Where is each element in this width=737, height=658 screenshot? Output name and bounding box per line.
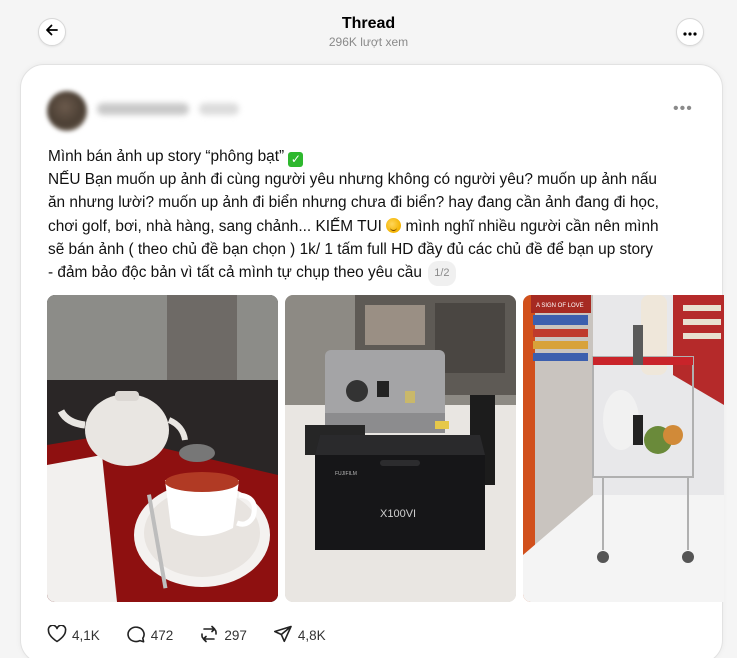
post-line: - đảm bảo độc bản vì tất cả mình tự chụp… xyxy=(48,261,708,287)
check-mark-icon: ✓ xyxy=(288,152,304,167)
box-model-text: X100VI xyxy=(380,508,416,520)
photo-camera-box[interactable]: FUJIFILM X100VI xyxy=(285,295,516,602)
send-icon xyxy=(273,625,298,646)
smile-emoji-icon xyxy=(386,217,402,233)
top-bar: Thread 296K lượt xem xyxy=(0,0,737,60)
post-text: Mình bán ảnh up story “phông bạt” ✓ NẾU … xyxy=(48,145,708,287)
page-title: Thread xyxy=(341,15,396,32)
comment-icon xyxy=(126,625,151,646)
share-count: 4,8K xyxy=(297,627,326,643)
post-line: sẽ bán ảnh ( theo chủ đề bạn chọn ) 1k/ … xyxy=(48,240,653,258)
store-sign-text: A SIGN OF LOVE xyxy=(536,303,584,309)
photo-supermarket[interactable]: A SIGN OF LOVE xyxy=(523,295,724,602)
post-card: ••• Mình bán ảnh up story “phông bạt” ✓ … xyxy=(20,64,724,658)
repost-icon xyxy=(199,625,224,646)
post-line: ăn nhưng lười? muốn up ảnh đi biển nhưng… xyxy=(48,194,659,212)
heart-icon xyxy=(47,623,72,646)
reply-count: 472 xyxy=(150,627,174,643)
like-button[interactable]: 4,1K xyxy=(47,623,100,646)
post-line: NẾU Bạn muốn up ảnh đi cùng người yêu nh… xyxy=(48,171,657,189)
timestamp-blurred xyxy=(199,103,239,115)
like-count: 4,1K xyxy=(72,627,100,643)
more-options-button[interactable] xyxy=(676,18,704,46)
username-blurred[interactable] xyxy=(97,103,189,115)
reply-button[interactable]: 472 xyxy=(126,625,174,646)
post-actions: 4,1K 472 297 4,8K xyxy=(47,623,352,646)
repost-count: 297 xyxy=(224,627,247,643)
post-more-icon[interactable]: ••• xyxy=(673,101,693,117)
page-header: Thread 296K lượt xem xyxy=(0,14,737,49)
post-line: Mình bán ảnh up story “phông bạt” ✓ xyxy=(48,145,708,168)
share-button[interactable]: 4,8K xyxy=(273,625,326,646)
more-horizontal-icon xyxy=(683,23,697,41)
view-count: 296K lượt xem xyxy=(328,35,409,49)
avatar[interactable] xyxy=(47,91,87,131)
page-indicator: 1/2 xyxy=(428,261,456,287)
post-line: chơi golf, bơi, nhà hàng, sang chảnh... … xyxy=(48,217,659,235)
repost-button[interactable]: 297 xyxy=(199,625,247,646)
photo-tea-set[interactable] xyxy=(47,295,278,602)
box-brand-text: FUJIFILM xyxy=(335,471,357,477)
